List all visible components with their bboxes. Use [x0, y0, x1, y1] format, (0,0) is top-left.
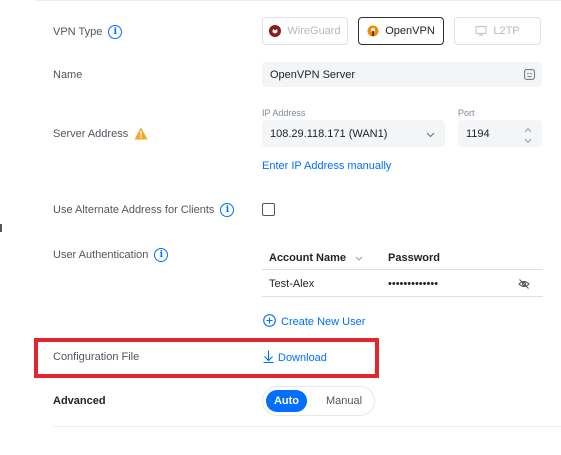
name-label: Name — [53, 69, 83, 81]
sort-chevron-icon[interactable] — [355, 252, 363, 264]
port-caption: Port — [458, 108, 475, 118]
enter-ip-manually-link[interactable]: Enter IP Address manually — [262, 160, 391, 172]
chevron-down-icon[interactable] — [524, 135, 532, 147]
port-stepper[interactable]: 1194 — [458, 120, 542, 147]
plus-circle-icon — [263, 314, 276, 330]
vpn-type-label: VPN Type i — [53, 25, 123, 39]
table-row[interactable]: Test-Alex ••••••••••••• — [262, 271, 543, 297]
password-column-header: Password — [388, 252, 440, 264]
alternate-address-label: Use Alternate Address for Clients i — [53, 203, 235, 217]
bottom-divider — [53, 426, 561, 427]
auto-option[interactable]: Auto — [266, 390, 307, 412]
vpn-type-openvpn-button[interactable]: OpenVPN — [358, 17, 444, 45]
user-authentication-label: User Authentication i — [53, 248, 169, 262]
server-address-label: Server Address — [53, 127, 148, 140]
manual-option[interactable]: Manual — [315, 390, 373, 412]
alternate-address-checkbox[interactable] — [262, 203, 275, 216]
info-icon[interactable]: i — [108, 25, 123, 39]
openvpn-icon — [367, 25, 379, 37]
account-name-cell: Test-Alex — [269, 278, 315, 290]
chevron-down-icon — [426, 129, 435, 141]
vpn-type-wireguard-button[interactable]: WireGuard — [262, 17, 348, 45]
left-edge-marker — [0, 224, 2, 232]
l2tp-icon — [475, 25, 487, 37]
info-icon[interactable]: i — [154, 248, 169, 262]
account-name-column-header[interactable]: Account Name — [269, 252, 363, 264]
create-new-user-link[interactable]: Create New User — [263, 314, 365, 330]
vpn-type-l2tp-button[interactable]: L2TP — [454, 17, 541, 45]
warning-icon[interactable] — [134, 127, 148, 140]
highlight-box — [34, 338, 379, 378]
contact-card-icon[interactable] — [524, 69, 535, 83]
advanced-mode-toggle[interactable]: Auto Manual — [262, 386, 375, 416]
users-table-header: Account Name Password — [262, 248, 543, 270]
advanced-label: Advanced — [53, 395, 106, 407]
info-icon[interactable]: i — [220, 203, 235, 217]
name-input[interactable]: OpenVPN Server — [262, 62, 542, 87]
top-divider — [35, 0, 561, 4]
ip-address-select[interactable]: 108.29.118.171 (WAN1) — [262, 120, 445, 147]
ip-address-caption: IP Address — [262, 108, 306, 118]
wireguard-icon — [269, 25, 282, 37]
eye-off-icon[interactable] — [518, 279, 530, 292]
password-cell: ••••••••••••• — [388, 278, 439, 290]
